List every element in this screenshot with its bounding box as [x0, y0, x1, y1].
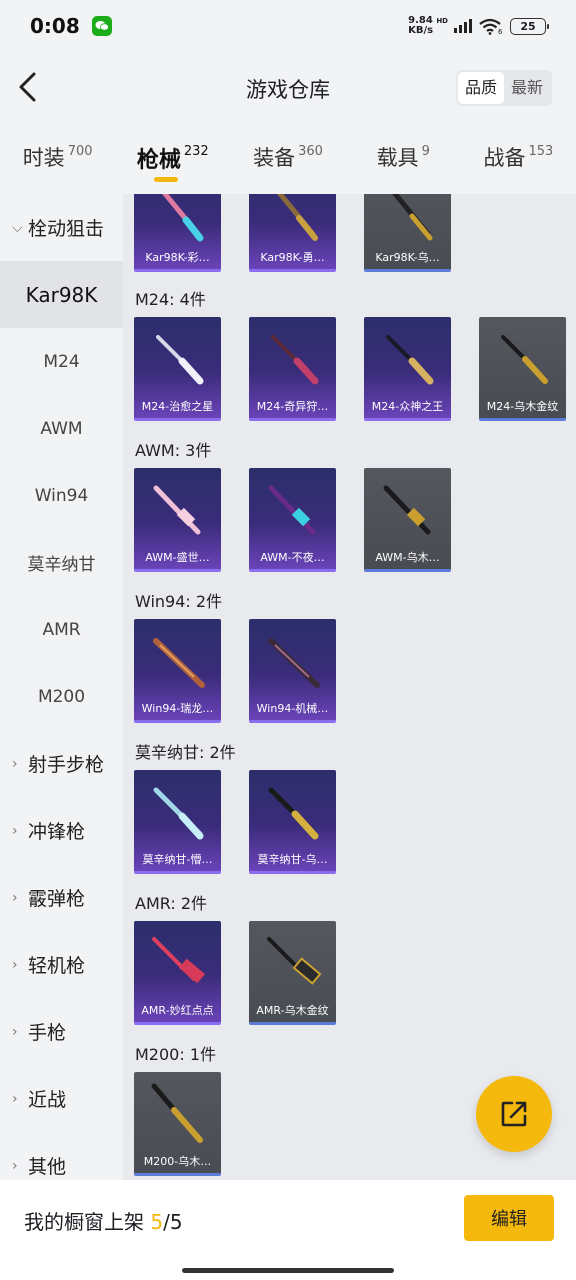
rifle-icon: [267, 937, 322, 985]
weapon-card[interactable]: AMR-乌木金纹: [249, 921, 336, 1025]
home-indicator[interactable]: [182, 1268, 394, 1273]
category-tabs: 时装 700 枪械 232 装备 360 载具 9 战备 153: [0, 130, 576, 190]
status-time: 0:08: [30, 14, 80, 38]
wifi-icon: 6: [479, 18, 503, 35]
group-title-win94: Win94: 2件: [135, 592, 223, 611]
tab-vehicles[interactable]: 载具 9: [346, 130, 461, 190]
showcase-current: 5: [150, 1210, 164, 1234]
rifle-icon: [501, 335, 548, 384]
weapon-card[interactable]: M24-乌木金纹: [479, 317, 566, 421]
weapon-card[interactable]: Win94-瑞龙…: [134, 619, 221, 723]
sidebar-item-marksman-rifle[interactable]: › 射手步枪: [0, 730, 123, 797]
status-bar: 0:08 9.84 HD KB/s 6 25: [0, 0, 576, 52]
header: 游戏仓库 品质 最新: [0, 62, 576, 114]
sidebar-item-awm[interactable]: AWM: [0, 395, 123, 462]
sidebar-item-m24[interactable]: M24: [0, 328, 123, 395]
awm-row: AWM-盛世… AWM-不夜… AWM-乌木…: [134, 468, 451, 572]
sidebar-item-bolt-action-sniper[interactable]: ⌵ 栓动狙击: [0, 194, 123, 261]
chevron-right-icon: ›: [12, 1090, 18, 1107]
bottom-bar: 我的橱窗上架 5/5 编辑: [0, 1180, 576, 1280]
chevron-right-icon: ›: [12, 889, 18, 906]
kar98k-row: Kar98K-彩… Kar98K-勇… Kar98K-乌…: [134, 194, 451, 272]
chevron-right-icon: ›: [12, 1023, 18, 1040]
share-icon: [501, 1101, 527, 1127]
weapon-card[interactable]: M24-治愈之星: [134, 317, 221, 421]
m200-row: M200-乌木…: [134, 1072, 221, 1176]
chevron-right-icon: ›: [12, 1157, 18, 1174]
rifle-icon: [268, 787, 319, 840]
chevron-right-icon: ›: [12, 822, 18, 839]
tab-fashion[interactable]: 时装 700: [0, 130, 115, 190]
weapon-card[interactable]: Kar98K-勇…: [249, 194, 336, 272]
chevron-right-icon: ›: [12, 755, 18, 772]
m24-row: M24-治愈之星 M24-奇异狩… M24-众神之王 M24-乌木金纹: [134, 317, 566, 421]
battery-icon: 25: [510, 17, 549, 35]
mosin-row: 莫辛纳甘-懵… 莫辛纳甘-乌…: [134, 770, 336, 874]
weapon-card[interactable]: AWM-乌木…: [364, 468, 451, 572]
sidebar-item-kar98k[interactable]: Kar98K: [0, 261, 123, 328]
rifle-icon: [151, 1083, 203, 1143]
chevron-right-icon: ›: [12, 956, 18, 973]
rifle-icon: [268, 638, 320, 688]
sidebar-item-shotgun[interactable]: › 霰弹枪: [0, 864, 123, 931]
rifle-icon: [268, 485, 316, 535]
rifle-icon: [277, 194, 318, 241]
weapon-card[interactable]: AMR-妙红点点: [134, 921, 221, 1025]
weapon-card[interactable]: Kar98K-乌…: [364, 194, 451, 272]
weapon-card[interactable]: Kar98K-彩…: [134, 194, 221, 272]
sidebar-item-m200[interactable]: M200: [0, 663, 123, 730]
weapon-type-sidebar: ⌵ 栓动狙击 Kar98K M24 AWM Win94 莫辛纳甘 AMR M200…: [0, 194, 123, 1194]
network-speed: 9.84 HD KB/s: [408, 15, 448, 36]
svg-text:6: 6: [498, 28, 503, 35]
rifle-icon: [392, 194, 433, 241]
rifle-icon: [383, 485, 431, 535]
sidebar-item-smg[interactable]: › 冲锋枪: [0, 797, 123, 864]
showcase-total: /5: [163, 1210, 183, 1234]
rifle-icon: [156, 335, 204, 385]
active-tab-indicator: [153, 177, 178, 182]
rifle-icon: [162, 194, 204, 242]
sidebar-item-pistol[interactable]: › 手枪: [0, 998, 123, 1065]
group-title-m200: M200: 1件: [135, 1045, 217, 1064]
rifle-icon: [386, 335, 434, 385]
rifle-icon: [271, 335, 319, 385]
weapon-list: Kar98K-彩… Kar98K-勇… Kar98K-乌… M24: 4件 M2…: [123, 194, 576, 1180]
sort-toggle: 品质 最新: [455, 70, 552, 106]
group-title-mosin: 莫辛纳甘: 2件: [135, 743, 236, 762]
weapon-card[interactable]: M24-众神之王: [364, 317, 451, 421]
rifle-icon: [153, 787, 204, 840]
sidebar-item-lmg[interactable]: › 轻机枪: [0, 931, 123, 998]
weapon-card[interactable]: M200-乌木…: [134, 1072, 221, 1176]
rifle-icon: [153, 485, 201, 535]
weapon-card[interactable]: M24-奇异狩…: [249, 317, 336, 421]
tab-supplies[interactable]: 战备 153: [461, 130, 576, 190]
share-button[interactable]: [476, 1076, 552, 1152]
group-title-amr: AMR: 2件: [135, 894, 208, 913]
edit-button[interactable]: 编辑: [464, 1195, 554, 1241]
sidebar-item-mosin[interactable]: 莫辛纳甘: [0, 529, 123, 596]
tab-weapons[interactable]: 枪械 232: [115, 130, 230, 190]
weapon-card[interactable]: 莫辛纳甘-懵…: [134, 770, 221, 874]
group-title-m24: M24: 4件: [135, 290, 206, 309]
showcase-status: 我的橱窗上架 5/5: [24, 1210, 183, 1234]
tab-equipment[interactable]: 装备 360: [230, 130, 345, 190]
sidebar-item-melee[interactable]: › 近战: [0, 1065, 123, 1132]
signal-icon: [454, 19, 472, 33]
weapon-card[interactable]: AWM-不夜…: [249, 468, 336, 572]
sidebar-item-win94[interactable]: Win94: [0, 462, 123, 529]
chevron-down-icon: ⌵: [12, 219, 23, 236]
wechat-notification-icon: [91, 16, 112, 36]
sort-by-newest[interactable]: 最新: [504, 72, 550, 104]
win94-row: Win94-瑞龙… Win94-机械…: [134, 619, 336, 723]
weapon-card[interactable]: AWM-盛世…: [134, 468, 221, 572]
group-title-awm: AWM: 3件: [135, 441, 212, 460]
sidebar-item-amr[interactable]: AMR: [0, 596, 123, 663]
rifle-icon: [153, 638, 205, 688]
weapon-card[interactable]: Win94-机械…: [249, 619, 336, 723]
rifle-icon: [152, 937, 206, 984]
sort-by-quality[interactable]: 品质: [457, 72, 504, 104]
weapon-card[interactable]: 莫辛纳甘-乌…: [249, 770, 336, 874]
amr-row: AMR-妙红点点 AMR-乌木金纹: [134, 921, 336, 1025]
